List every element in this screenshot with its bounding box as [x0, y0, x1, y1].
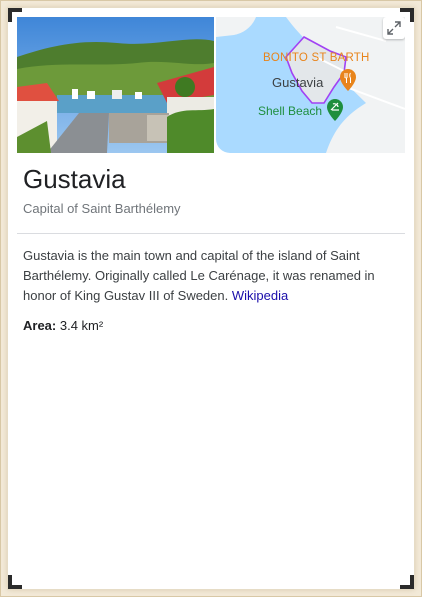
corner-decoration — [400, 575, 414, 589]
town-label[interactable]: Gustavia — [272, 75, 323, 90]
area-fact: Area: 3.4 km² — [23, 318, 103, 333]
description: Gustavia is the main town and capital of… — [23, 246, 401, 306]
restaurant-pin-icon[interactable] — [340, 69, 356, 91]
beach-pin-icon[interactable] — [327, 99, 343, 121]
corner-decoration — [8, 575, 22, 589]
area-label[interactable]: Area: — [23, 318, 56, 333]
media-strip: BONITO ST BARTH Gustavia Shell Beach — [17, 17, 405, 153]
location-map[interactable]: BONITO ST BARTH Gustavia Shell Beach — [216, 17, 405, 153]
expand-icon — [383, 21, 405, 35]
area-value: 3.4 km² — [59, 318, 104, 333]
knowledge-panel: BONITO ST BARTH Gustavia Shell Beach Gus… — [8, 8, 414, 589]
section-divider — [17, 233, 405, 234]
place-subtitle: Capital of Saint Barthélemy — [23, 201, 181, 216]
corner-decoration — [400, 8, 414, 22]
corner-decoration — [8, 8, 22, 22]
place-title: Gustavia — [23, 164, 126, 194]
beach-label[interactable]: Shell Beach — [258, 104, 322, 118]
restaurant-label[interactable]: BONITO ST BARTH — [263, 52, 370, 64]
town-photo[interactable] — [17, 17, 214, 153]
description-text: Gustavia is the main town and capital of… — [23, 248, 375, 303]
wikipedia-link[interactable]: Wikipedia — [232, 288, 288, 303]
